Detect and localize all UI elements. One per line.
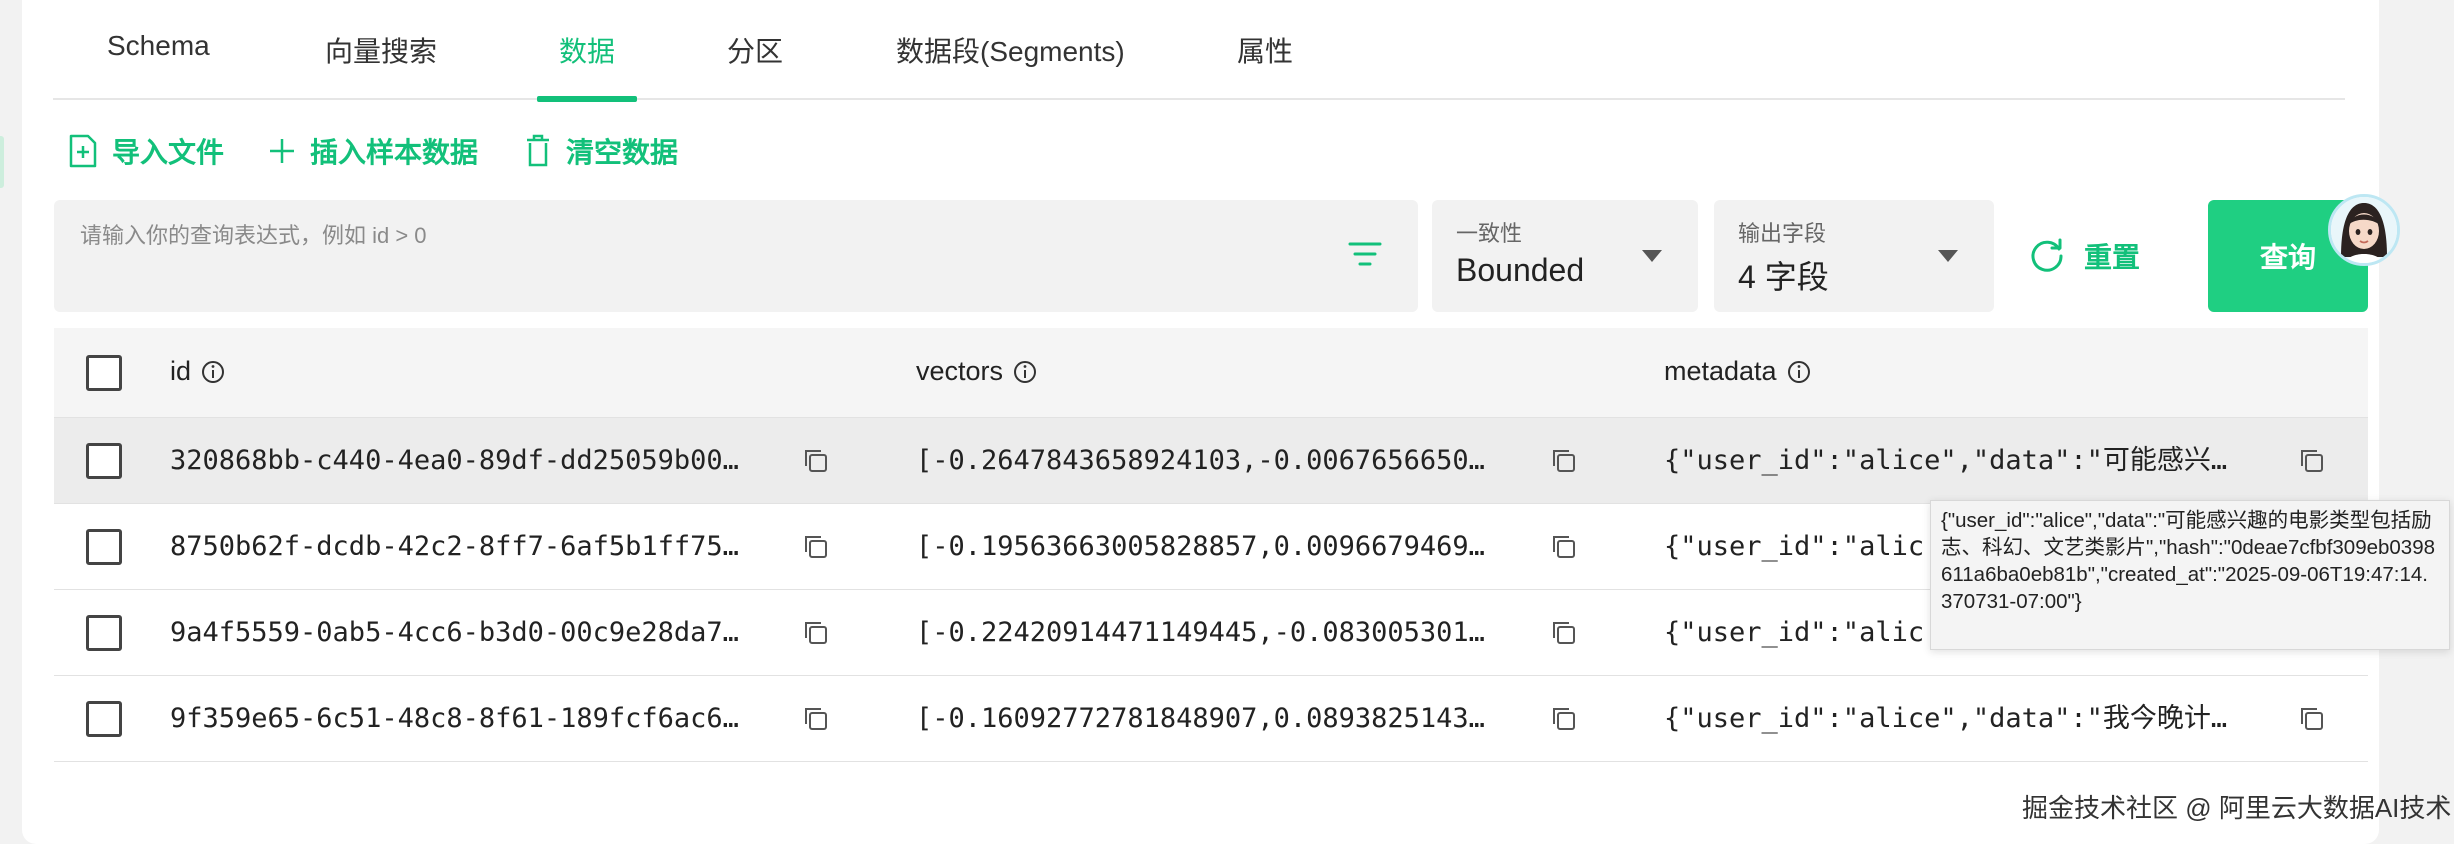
insert-sample-data-button[interactable]: 插入样本数据	[268, 128, 478, 174]
tab-segments[interactable]: 数据段(Segments)	[896, 30, 1125, 100]
info-icon[interactable]	[1787, 360, 1811, 384]
refresh-icon	[2031, 238, 2063, 272]
select-all-checkbox[interactable]	[86, 354, 122, 391]
row-checkbox[interactable]	[86, 700, 122, 737]
copy-icon[interactable]	[1550, 533, 1578, 561]
copy-icon[interactable]	[1550, 447, 1578, 475]
cell-id: 9a4f5559-0ab5-4cc6-b3d0-00c9e28da7…	[170, 616, 739, 648]
reset-label: 重置	[2084, 242, 2141, 273]
cell-id: 8750b62f-dcdb-42c2-8ff7-6af5b1ff75…	[170, 530, 739, 562]
tab-properties[interactable]: 属性	[1237, 30, 1293, 100]
filter-icon[interactable]	[1348, 240, 1382, 270]
table-row[interactable]: 320868bb-c440-4ea0-89df-dd25059b00… [-0.…	[54, 418, 2368, 504]
cell-metadata: {"user_id":"alice","data":"可能感兴…	[1664, 444, 2228, 476]
reset-button[interactable]: 重置	[2028, 230, 2140, 282]
cell-vectors: [-0.19563663005828857,0.0096679469…	[916, 530, 1485, 562]
consistency-select[interactable]: 一致性 Bounded	[1432, 200, 1698, 312]
copy-icon[interactable]	[802, 447, 830, 475]
clear-data-label: 清空数据	[566, 137, 679, 168]
metadata-tooltip: {"user_id":"alice","data":"可能感兴趣的电影类型包括励…	[1930, 500, 2450, 650]
cell-vectors: [-0.16092772781848907,0.0893825143…	[916, 702, 1485, 734]
cell-metadata: {"user_id":"alice","data":"我今晚计…	[1664, 702, 2228, 734]
clear-data-button[interactable]: 清空数据	[524, 128, 678, 174]
cell-vectors: [-0.22420914471149445,-0.083005301…	[916, 616, 1485, 648]
output-fields-select[interactable]: 输出字段 4 字段	[1714, 200, 1994, 312]
copy-icon[interactable]	[1550, 705, 1578, 733]
cell-vectors: [-0.2647843658924103,-0.0067656650…	[916, 444, 1485, 476]
tab-partitions[interactable]: 分区	[727, 30, 783, 100]
row-checkbox[interactable]	[86, 442, 122, 479]
column-header-vectors-label: vectors	[916, 356, 1004, 386]
avatar[interactable]	[2328, 194, 2400, 266]
import-file-label: 导入文件	[112, 137, 225, 168]
caret-down-icon	[1642, 250, 1662, 262]
tab-vector-search[interactable]: 向量搜索	[325, 30, 437, 100]
main-card: Schema 向量搜索 数据 分区 数据段(Segments) 属性 导入文件 …	[22, 0, 2379, 844]
consistency-label: 一致性	[1456, 221, 1523, 246]
tab-data[interactable]: 数据	[536, 30, 638, 102]
avatar-face-icon	[2331, 197, 2397, 263]
file-plus-icon	[69, 134, 97, 168]
output-fields-value: 4 字段	[1738, 259, 1829, 295]
left-edge-accent	[0, 136, 4, 188]
copy-icon[interactable]	[802, 705, 830, 733]
column-header-id[interactable]: id	[170, 356, 225, 387]
consistency-value: Bounded	[1456, 252, 1585, 288]
copy-icon[interactable]	[2298, 447, 2326, 475]
output-fields-label: 输出字段	[1738, 221, 1827, 246]
cell-id: 320868bb-c440-4ea0-89df-dd25059b00…	[170, 444, 739, 476]
tab-schema[interactable]: Schema	[107, 30, 210, 100]
cell-id: 9f359e65-6c51-48c8-8f61-189fcf6ac6…	[170, 702, 739, 734]
watermark: 掘金技术社区 @ 阿里云大数据AI技术	[2022, 793, 2452, 823]
query-expression-input[interactable]	[54, 200, 1418, 312]
copy-icon[interactable]	[2298, 705, 2326, 733]
column-header-metadata[interactable]: metadata	[1664, 356, 1811, 387]
trash-icon	[527, 134, 549, 167]
import-file-button[interactable]: 导入文件	[68, 128, 224, 174]
copy-icon[interactable]	[802, 619, 830, 647]
insert-sample-data-label: 插入样本数据	[310, 137, 479, 168]
info-icon[interactable]	[1013, 360, 1037, 384]
column-header-metadata-label: metadata	[1664, 356, 1777, 386]
tab-bar: Schema 向量搜索 数据 分区 数据段(Segments) 属性	[53, 0, 2345, 102]
row-checkbox[interactable]	[86, 614, 122, 651]
query-expression-container	[54, 200, 1418, 312]
table-row[interactable]: 9f359e65-6c51-48c8-8f61-189fcf6ac6… [-0.…	[54, 676, 2368, 762]
copy-icon[interactable]	[802, 533, 830, 561]
plus-icon	[270, 139, 294, 163]
column-header-id-label: id	[170, 356, 192, 386]
column-header-vectors[interactable]: vectors	[916, 356, 1037, 387]
table-header: id vectors metadata	[54, 328, 2368, 418]
copy-icon[interactable]	[1550, 619, 1578, 647]
caret-down-icon	[1938, 250, 1958, 262]
row-checkbox[interactable]	[86, 528, 122, 565]
info-icon[interactable]	[201, 360, 225, 384]
